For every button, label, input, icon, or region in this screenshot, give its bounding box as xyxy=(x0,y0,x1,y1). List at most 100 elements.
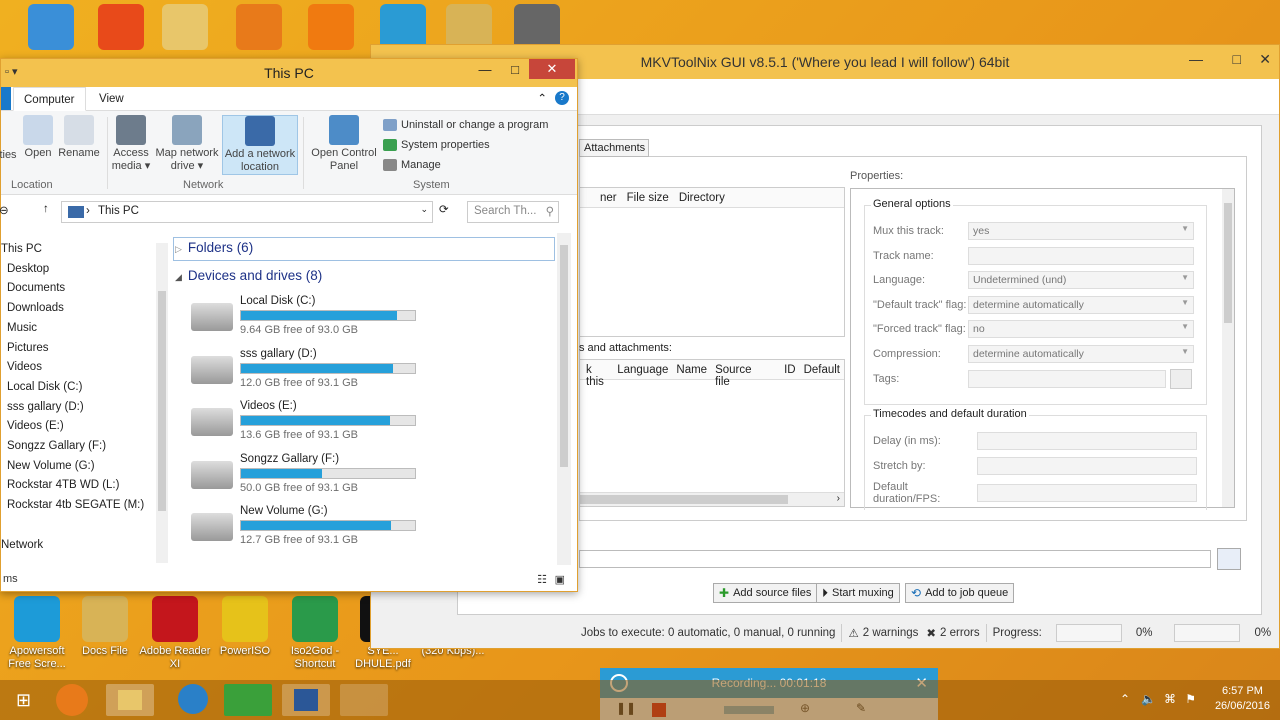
volume-icon[interactable]: 🔈 xyxy=(1141,692,1156,706)
chevron-right-icon[interactable]: › xyxy=(837,493,840,504)
browse-output-button[interactable] xyxy=(1217,548,1241,570)
col-file-size[interactable]: File size xyxy=(627,192,669,207)
add-network-location-button[interactable]: Add a network location xyxy=(222,115,298,175)
property-field[interactable] xyxy=(968,370,1166,388)
rename-button[interactable]: Rename xyxy=(57,115,101,160)
search-input[interactable]: Search Th... ⚲ xyxy=(467,201,559,223)
col-name[interactable]: Name xyxy=(676,364,707,379)
errors-count[interactable]: 2 errors xyxy=(940,627,980,639)
nav-item[interactable]: Rockstar 4tb SEGATE (M:) xyxy=(7,499,144,511)
quick-access-toolbar[interactable]: ▫ ▾ xyxy=(5,65,17,78)
minimize-icon[interactable]: — xyxy=(471,59,499,79)
nav-item[interactable]: This PC xyxy=(1,243,42,255)
globe-taskbar-icon[interactable] xyxy=(178,684,208,714)
nav-item[interactable]: Network xyxy=(1,539,43,551)
open-button[interactable]: Open xyxy=(21,115,55,160)
maximize-icon[interactable]: □ xyxy=(501,59,529,79)
devices-header[interactable]: ◢ Devices and drives (8) xyxy=(175,268,322,283)
computer-icon[interactable] xyxy=(14,4,88,53)
folder-icon[interactable] xyxy=(148,4,222,53)
large-icons-view-icon[interactable]: ▣ xyxy=(555,573,565,586)
help-icon[interactable]: ? xyxy=(555,91,569,105)
nav-item[interactable]: Documents xyxy=(7,282,65,294)
desktop-shortcut[interactable]: Adobe Reader XI xyxy=(138,596,212,671)
tab-attachments[interactable]: Attachments xyxy=(579,139,649,157)
tags-browse-button[interactable] xyxy=(1170,369,1192,389)
property-dropdown[interactable]: yes ▼ xyxy=(968,222,1194,240)
network-icon[interactable]: ⌘ xyxy=(1164,692,1176,706)
timecode-field[interactable] xyxy=(977,432,1197,450)
word-taskbar-icon[interactable] xyxy=(282,684,330,716)
address-input[interactable]: › This PC ⌄ xyxy=(61,201,433,223)
desktop-shortcut[interactable]: Iso2God - Shortcut xyxy=(278,596,352,671)
warnings-count[interactable]: 2 warnings xyxy=(863,627,919,639)
uninstall-program-button[interactable]: Uninstall or change a program xyxy=(383,119,548,131)
nav-item[interactable]: Desktop xyxy=(7,263,49,275)
tab-file[interactable] xyxy=(1,87,11,110)
timecode-field[interactable] xyxy=(977,456,1197,475)
back-icon[interactable]: ⊖ xyxy=(0,203,9,217)
utorrent-taskbar-icon[interactable] xyxy=(224,684,272,716)
desktop-shortcut[interactable]: Docs File xyxy=(68,596,142,658)
firefox-taskbar-icon[interactable] xyxy=(56,684,88,716)
add-to-job-queue-button[interactable]: ⟲ Add to job queue xyxy=(905,583,1015,603)
nav-scrollbar[interactable] xyxy=(156,243,168,563)
access-media-button[interactable]: Access media ▾ xyxy=(111,115,151,173)
up-arrow-icon[interactable]: ↑ xyxy=(43,203,49,215)
property-field[interactable] xyxy=(968,246,1194,265)
property-dropdown[interactable]: no ▼ xyxy=(968,320,1194,338)
properties-button[interactable]: ties xyxy=(0,149,19,162)
timecode-field[interactable] xyxy=(977,484,1197,502)
minimize-icon[interactable]: — xyxy=(1189,51,1203,67)
chevron-up-icon[interactable]: ⌃ xyxy=(537,91,547,105)
system-properties-button[interactable]: System properties xyxy=(383,139,490,151)
start-muxing-button[interactable]: ⏵ Start muxing xyxy=(816,583,900,603)
nav-item[interactable]: Pictures xyxy=(7,342,49,354)
tab-view[interactable]: View xyxy=(89,87,134,111)
maximize-icon[interactable]: □ xyxy=(1233,51,1241,67)
property-dropdown[interactable]: determine automatically ▼ xyxy=(968,295,1194,314)
desktop-shortcut[interactable]: PowerISO xyxy=(208,596,282,658)
tab-computer[interactable]: Computer xyxy=(13,87,86,111)
map-network-drive-button[interactable]: Map network drive ▾ xyxy=(153,115,221,173)
drive-tile[interactable]: Videos (E:) 13.6 GB free of 93.1 GB xyxy=(191,400,421,450)
output-filename-input[interactable] xyxy=(579,550,1211,568)
nav-item[interactable]: Music xyxy=(7,322,37,334)
col-mux-this[interactable]: k this xyxy=(586,364,609,388)
drive-tile[interactable]: sss gallary (D:) 12.0 GB free of 93.1 GB xyxy=(191,348,421,398)
flash-icon[interactable] xyxy=(222,4,296,53)
nav-item[interactable]: Videos xyxy=(7,361,42,373)
col-id[interactable]: ID xyxy=(784,364,796,379)
flag-icon[interactable]: ⚑ xyxy=(1185,692,1196,706)
col-language[interactable]: Language xyxy=(617,364,668,379)
nav-item[interactable]: Downloads xyxy=(7,302,64,314)
chevron-up-icon[interactable]: ⌃ xyxy=(1120,692,1130,706)
nav-item[interactable]: Videos (E:) xyxy=(7,420,64,432)
source-files-list[interactable]: ner File size Directory xyxy=(579,187,845,337)
drive-tile[interactable]: Local Disk (C:) 9.64 GB free of 93.0 GB xyxy=(191,295,421,345)
property-dropdown[interactable]: Undetermined (und) ▼ xyxy=(968,271,1194,289)
col-name[interactable]: ner xyxy=(600,192,617,207)
manage-button[interactable]: Manage xyxy=(383,159,441,171)
refresh-icon[interactable]: ⟳ xyxy=(439,202,449,216)
start-button[interactable]: ⊞ xyxy=(4,684,46,716)
close-icon[interactable]: ✕ xyxy=(1259,51,1271,68)
nav-item[interactable]: sss gallary (D:) xyxy=(7,401,84,413)
details-view-icon[interactable]: ☷ xyxy=(537,573,547,586)
close-icon[interactable]: ✕ xyxy=(529,59,575,79)
open-control-panel-button[interactable]: Open Control Panel xyxy=(309,115,379,173)
recorder-taskbar-icon[interactable] xyxy=(340,684,388,716)
col-directory[interactable]: Directory xyxy=(679,192,725,207)
content-scrollbar[interactable] xyxy=(557,233,571,565)
col-source-file[interactable]: Source file xyxy=(715,364,762,388)
explorer-taskbar-icon[interactable] xyxy=(106,684,154,716)
tracks-hscrollbar[interactable]: › xyxy=(580,492,844,506)
drive-tile[interactable]: New Volume (G:) 12.7 GB free of 93.1 GB xyxy=(191,505,421,555)
add-source-files-button[interactable]: ✚ Add source files xyxy=(713,583,818,603)
folders-header[interactable]: ▷ Folders (6) xyxy=(175,240,253,255)
col-default[interactable]: Default xyxy=(804,364,840,379)
nav-item[interactable]: Songzz Gallary (F:) xyxy=(7,440,106,452)
clock[interactable]: 6:57 PM 26/06/2016 xyxy=(1215,684,1270,714)
nav-item[interactable]: Rockstar 4TB WD (L:) xyxy=(7,479,119,491)
properties-scrollbar[interactable] xyxy=(1222,189,1234,507)
